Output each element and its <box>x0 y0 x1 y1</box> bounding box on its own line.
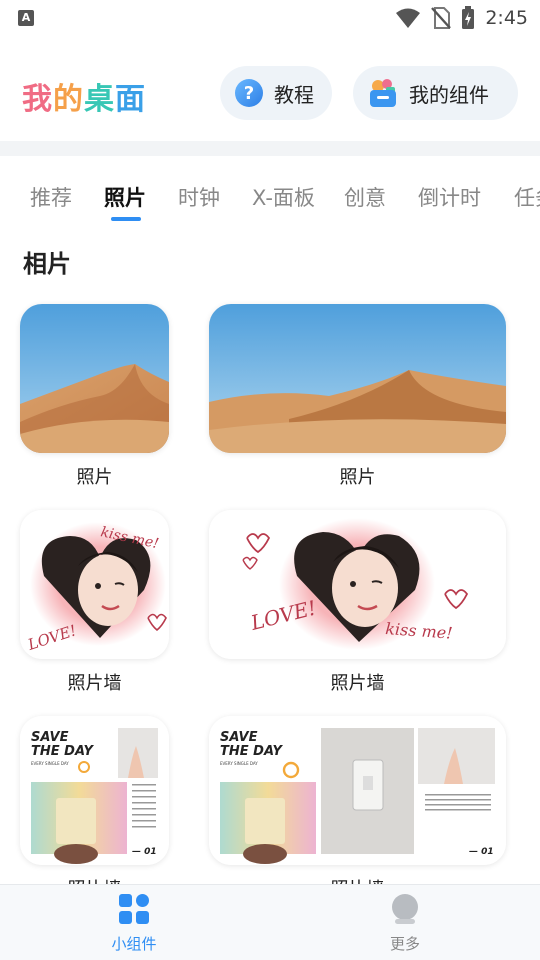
clock-time: 2:45 <box>485 7 528 29</box>
save-the-day-subtitle: EVERY SINGLE DAY <box>31 761 69 766</box>
app-header: 我的桌面 ? 教程 我的组件 <box>0 58 540 128</box>
widget-card-label: 照片墙 <box>330 673 385 694</box>
my-widgets-label: 我的组件 <box>409 82 489 107</box>
tab-x-panel[interactable]: X-面板 <box>252 182 315 212</box>
app-title-char-1: 我 <box>22 82 53 117</box>
widget-card-collage-small[interactable]: SAVE THE DAY EVERY SINGLE DAY — 01 <box>20 716 169 865</box>
desert-photo <box>20 304 169 453</box>
app-title-char-3: 桌 <box>84 82 115 117</box>
save-the-day-collage: SAVE THE DAY EVERY SINGLE DAY — 01 <box>20 716 169 865</box>
save-the-day-collage: SAVE THE DAY EVERY SINGLE DAY — 01 <box>209 716 506 865</box>
header-divider <box>0 141 540 156</box>
nav-more-label: 更多 <box>389 935 420 953</box>
page-number-label: — 01 <box>132 847 157 857</box>
app-title: 我的桌面 <box>22 74 146 118</box>
widget-card-collage-medium[interactable]: SAVE THE DAY EVERY SINGLE DAY — 01 <box>209 716 506 865</box>
tab-photos[interactable]: 照片 <box>104 182 146 212</box>
status-bar: A 2:45 <box>0 0 540 38</box>
tab-creative[interactable]: 创意 <box>344 182 386 212</box>
help-question-icon: ? <box>235 79 263 107</box>
widget-card-label: 照片 <box>339 467 376 488</box>
section-title: 相片 <box>23 250 71 278</box>
widget-card-photo-small[interactable] <box>20 304 169 453</box>
wifi-icon <box>396 8 421 28</box>
app-title-char-4: 面 <box>115 82 146 117</box>
more-profile-icon <box>392 894 418 924</box>
tutorial-label: 教程 <box>274 82 314 107</box>
widget-card-photo-medium[interactable] <box>209 304 506 453</box>
widgets-grid-icon <box>119 894 149 924</box>
svg-text:SAVE: SAVE <box>220 730 258 745</box>
my-widgets-button[interactable]: 我的组件 <box>353 66 518 120</box>
notification-icon: A <box>18 10 34 26</box>
tab-recommended[interactable]: 推荐 <box>30 182 72 212</box>
nav-more[interactable]: 更多 <box>345 893 465 954</box>
desert-photo <box>209 304 506 453</box>
category-tabs: 推荐 照片 时钟 X-面板 创意 倒计时 任务 <box>0 170 540 226</box>
widget-card-photo-wall-medium[interactable]: LOVE! kiss me! <box>209 510 506 659</box>
nav-widgets-label: 小组件 <box>111 935 157 953</box>
battery-charging-icon <box>462 6 475 29</box>
nav-widgets[interactable]: 小组件 <box>74 893 194 954</box>
svg-text:SAVE: SAVE <box>31 730 69 745</box>
heart-photo-collage: kiss me! LOVE! <box>20 510 169 659</box>
save-the-day-subtitle: EVERY SINGLE DAY <box>220 761 258 766</box>
no-sim-icon <box>431 7 452 29</box>
svg-text:THE DAY: THE DAY <box>31 744 95 759</box>
page-number-label: — 01 <box>469 847 494 857</box>
app-title-char-2: 的 <box>53 82 84 117</box>
tab-clock[interactable]: 时钟 <box>178 182 220 212</box>
heart-photo-collage: LOVE! kiss me! <box>209 510 506 659</box>
tab-tasks[interactable]: 任务 <box>514 182 540 212</box>
tab-countdown[interactable]: 倒计时 <box>418 182 481 212</box>
widget-box-icon <box>370 79 396 107</box>
tutorial-button[interactable]: ? 教程 <box>220 66 332 120</box>
widget-card-label: 照片 <box>76 467 113 488</box>
widget-card-label: 照片墙 <box>67 673 122 694</box>
svg-text:?: ? <box>244 83 254 104</box>
svg-text:THE DAY: THE DAY <box>220 744 284 759</box>
active-tab-indicator <box>111 217 141 221</box>
bottom-navigation: 小组件 更多 <box>0 884 540 960</box>
widget-card-photo-wall-small[interactable]: kiss me! LOVE! <box>20 510 169 659</box>
